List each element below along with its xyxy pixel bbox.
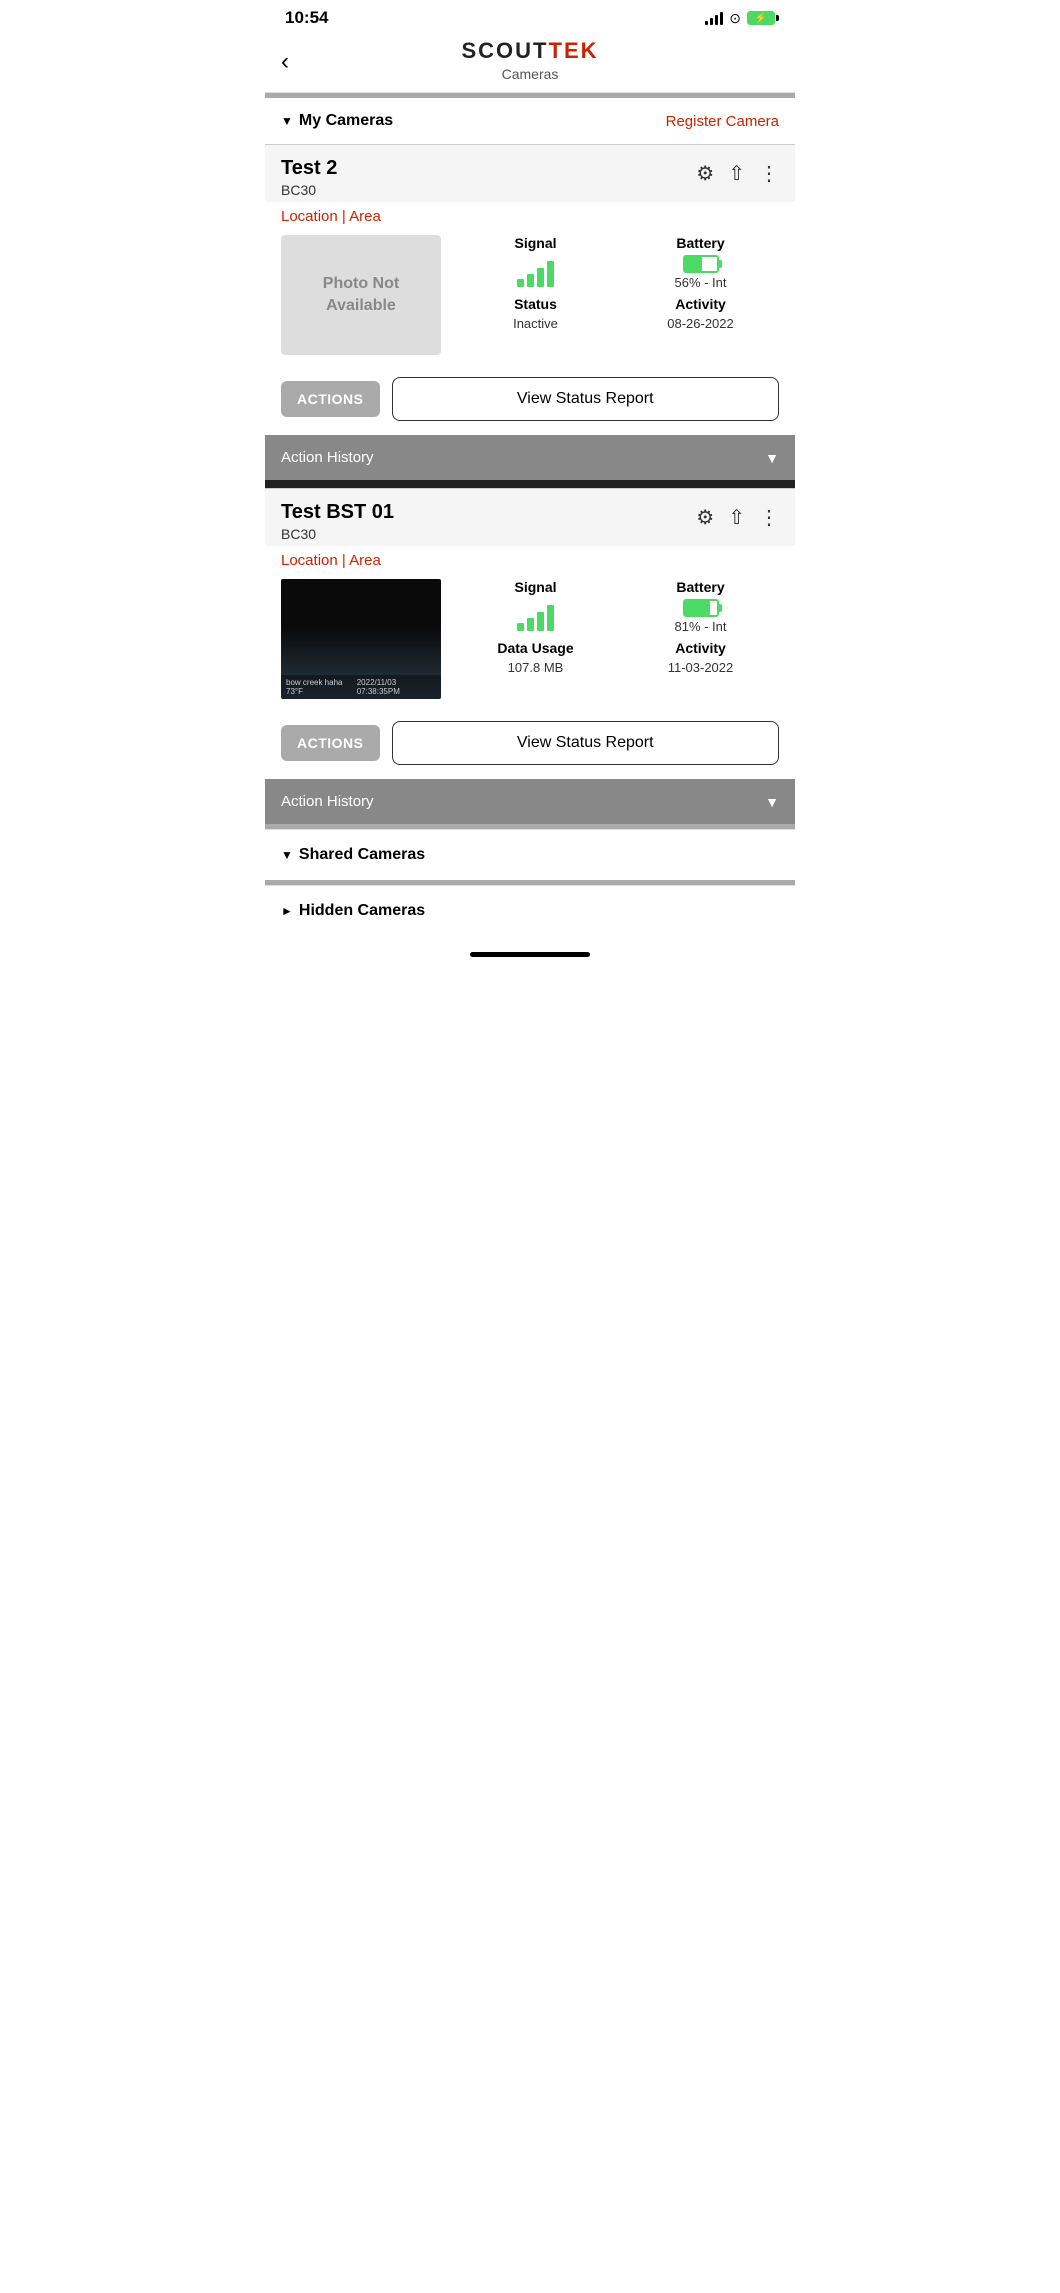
activity-value-bst01: 11-03-2022 bbox=[668, 660, 734, 675]
camera-card-test2: Test 2 BC30 ⚙ ⇧ ⋮ Location | Area Photo … bbox=[265, 144, 795, 480]
camera-name-bst01: Test BST 01 bbox=[281, 501, 394, 524]
divider-1 bbox=[265, 480, 795, 488]
action-history-bar-test2[interactable]: Action History ▼ bbox=[265, 435, 795, 480]
camera-header-test2: Test 2 BC30 ⚙ ⇧ ⋮ bbox=[265, 145, 795, 202]
my-cameras-label: My Cameras bbox=[299, 112, 393, 130]
status-bar: 10:54 ⊙ ⚡ bbox=[265, 0, 795, 32]
battery-value-test2: 56% - Int bbox=[674, 275, 726, 290]
view-status-button-test2[interactable]: View Status Report bbox=[392, 377, 780, 421]
hidden-cameras-arrow-icon: ► bbox=[281, 904, 293, 918]
settings-icon-test2[interactable]: ⚙ bbox=[696, 161, 714, 186]
more-icon-bst01[interactable]: ⋮ bbox=[759, 505, 779, 530]
action-history-chevron-test2: ▼ bbox=[765, 450, 779, 466]
actions-row-test2: ACTIONS View Status Report bbox=[265, 369, 795, 435]
signal-stat-bst01: Signal bbox=[457, 579, 614, 634]
camera-model-bst01: BC30 bbox=[281, 526, 394, 542]
camera-stats-test2: Signal Battery 56% - Int Status Ina bbox=[457, 235, 779, 331]
camera-stats-bst01: Signal Battery 81% - Int Data Usage bbox=[457, 579, 779, 675]
photo-unavailable-text: Photo NotAvailable bbox=[323, 273, 399, 318]
activity-stat-test2: Activity 08-26-2022 bbox=[622, 296, 779, 331]
camera-header-bst01: Test BST 01 BC30 ⚙ ⇧ ⋮ bbox=[265, 489, 795, 546]
logo-tek: TEK bbox=[549, 38, 599, 64]
hidden-cameras-label: Hidden Cameras bbox=[299, 902, 425, 920]
back-button[interactable]: ‹ bbox=[281, 48, 289, 76]
camera-photo-test2: Photo NotAvailable bbox=[281, 235, 441, 355]
photo-overlay-right: 2022/11/03 07:38:35PM bbox=[357, 678, 436, 696]
camera-content-bst01: bow creek haha 73°F 2022/11/03 07:38:35P… bbox=[265, 579, 795, 713]
camera-location-bst01: Location | Area bbox=[265, 546, 795, 579]
activity-label-bst01: Activity bbox=[675, 640, 726, 656]
signal-icon bbox=[705, 11, 723, 25]
my-cameras-arrow-icon: ▼ bbox=[281, 114, 293, 128]
photo-overlay-left: bow creek haha 73°F bbox=[286, 678, 357, 696]
shared-cameras-title[interactable]: ▼ Shared Cameras bbox=[281, 846, 779, 864]
data-usage-value-bst01: 107.8 MB bbox=[508, 660, 564, 675]
battery-stat-bst01: Battery 81% - Int bbox=[622, 579, 779, 634]
signal-label-bst01: Signal bbox=[514, 579, 556, 595]
app-logo: SCOUT TEK bbox=[281, 38, 779, 64]
battery-label-bst01: Battery bbox=[676, 579, 724, 595]
actions-row-bst01: ACTIONS View Status Report bbox=[265, 713, 795, 779]
action-history-chevron-bst01: ▼ bbox=[765, 794, 779, 810]
hidden-cameras-title[interactable]: ► Hidden Cameras bbox=[281, 902, 779, 920]
status-time: 10:54 bbox=[285, 8, 328, 28]
camera-photo-bst01: bow creek haha 73°F 2022/11/03 07:38:35P… bbox=[281, 579, 441, 699]
signal-label-test2: Signal bbox=[514, 235, 556, 251]
battery-graphic-test2 bbox=[683, 255, 719, 273]
activity-label-test2: Activity bbox=[675, 296, 726, 312]
battery-label-test2: Battery bbox=[676, 235, 724, 251]
camera-info-test2: Test 2 BC30 bbox=[281, 157, 337, 198]
view-status-button-bst01[interactable]: View Status Report bbox=[392, 721, 780, 765]
camera-card-bst01: Test BST 01 BC30 ⚙ ⇧ ⋮ Location | Area b… bbox=[265, 488, 795, 824]
battery-graphic-bst01 bbox=[683, 599, 719, 617]
logo-scout: SCOUT bbox=[462, 38, 549, 64]
action-history-bar-bst01[interactable]: Action History ▼ bbox=[265, 779, 795, 824]
hidden-cameras-section: ► Hidden Cameras bbox=[265, 885, 795, 936]
shared-cameras-section: ▼ Shared Cameras bbox=[265, 829, 795, 880]
actions-button-test2[interactable]: ACTIONS bbox=[281, 381, 380, 417]
camera-location-test2: Location | Area bbox=[265, 202, 795, 235]
activity-value-test2: 08-26-2022 bbox=[667, 316, 734, 331]
action-history-label-test2: Action History bbox=[281, 449, 374, 466]
app-header: ‹ SCOUT TEK Cameras bbox=[265, 32, 795, 93]
actions-button-bst01[interactable]: ACTIONS bbox=[281, 725, 380, 761]
battery-icon: ⚡ bbox=[747, 11, 775, 25]
camera-name-test2: Test 2 bbox=[281, 157, 337, 180]
camera-photo-overlay-bst01: bow creek haha 73°F 2022/11/03 07:38:35P… bbox=[281, 675, 441, 699]
battery-value-bst01: 81% - Int bbox=[674, 619, 726, 634]
camera-info-bst01: Test BST 01 BC30 bbox=[281, 501, 394, 542]
register-camera-link[interactable]: Register Camera bbox=[666, 113, 779, 130]
signal-stat-test2: Signal bbox=[457, 235, 614, 290]
camera-action-icons-test2: ⚙ ⇧ ⋮ bbox=[696, 157, 779, 186]
status-icons: ⊙ ⚡ bbox=[705, 10, 775, 27]
my-cameras-section-header: ▼ My Cameras Register Camera bbox=[265, 98, 795, 144]
activity-stat-bst01: Activity 11-03-2022 bbox=[622, 640, 779, 675]
wifi-icon: ⊙ bbox=[729, 10, 741, 27]
settings-icon-bst01[interactable]: ⚙ bbox=[696, 505, 714, 530]
signal-graphic-test2 bbox=[517, 255, 554, 287]
camera-model-test2: BC30 bbox=[281, 182, 337, 198]
my-cameras-title[interactable]: ▼ My Cameras bbox=[281, 112, 393, 130]
status-label-test2: Status bbox=[514, 296, 557, 312]
camera-content-test2: Photo NotAvailable Signal Battery 56% - bbox=[265, 235, 795, 369]
status-stat-test2: Status Inactive bbox=[457, 296, 614, 331]
data-usage-label-bst01: Data Usage bbox=[497, 640, 573, 656]
status-value-test2: Inactive bbox=[513, 316, 558, 331]
page-title: Cameras bbox=[281, 66, 779, 82]
action-history-label-bst01: Action History bbox=[281, 793, 374, 810]
shared-cameras-label: Shared Cameras bbox=[299, 846, 425, 864]
data-usage-stat-bst01: Data Usage 107.8 MB bbox=[457, 640, 614, 675]
camera-action-icons-bst01: ⚙ ⇧ ⋮ bbox=[696, 501, 779, 530]
signal-graphic-bst01 bbox=[517, 599, 554, 631]
battery-stat-test2: Battery 56% - Int bbox=[622, 235, 779, 290]
more-icon-test2[interactable]: ⋮ bbox=[759, 161, 779, 186]
shared-cameras-arrow-icon: ▼ bbox=[281, 848, 293, 862]
home-indicator bbox=[470, 952, 590, 957]
share-icon-test2[interactable]: ⇧ bbox=[728, 161, 745, 186]
share-icon-bst01[interactable]: ⇧ bbox=[728, 505, 745, 530]
